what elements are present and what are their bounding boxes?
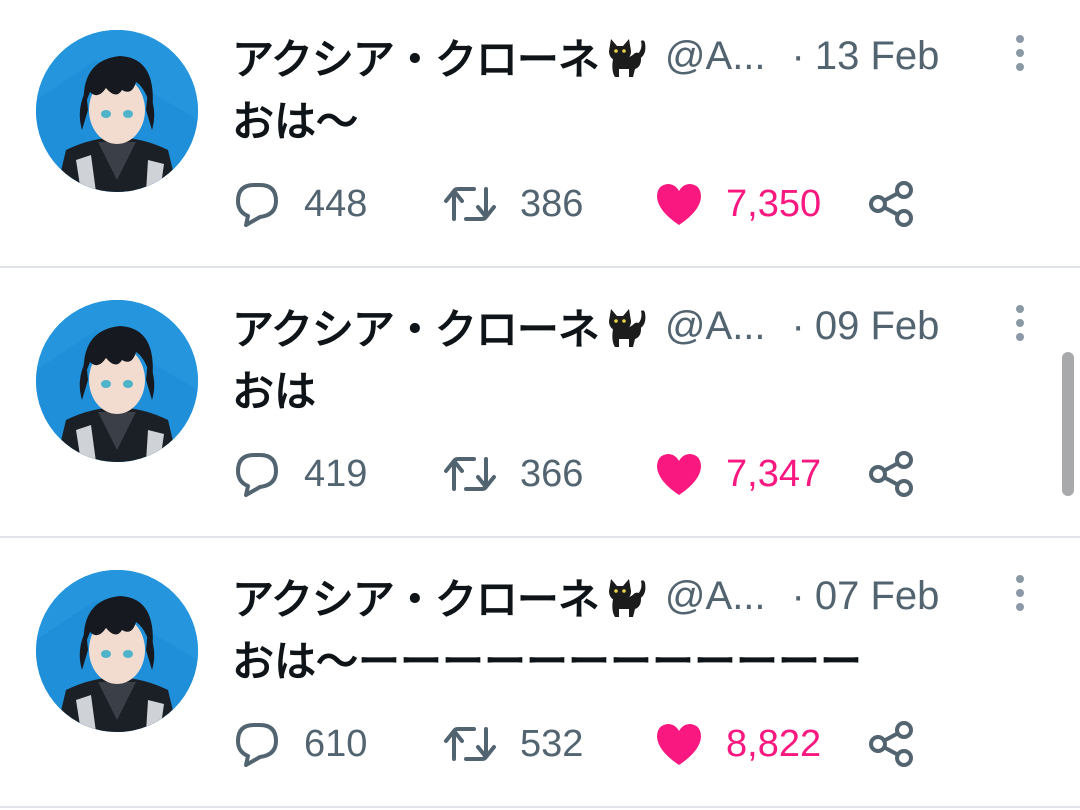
separator-dot: · (791, 303, 805, 348)
speech-bubble-icon (236, 723, 278, 767)
tweet-date[interactable]: 13 Feb (815, 34, 940, 79)
display-name[interactable]: アクシア・クローネ (232, 296, 600, 357)
tweet-header: アクシア・クローネ @A... · 13 Feb (232, 26, 939, 86)
retweet-icon (444, 187, 496, 221)
black-cat-icon (601, 31, 651, 81)
tweet-header: アクシア・クローネ @A... · 07 Feb (232, 566, 939, 626)
share-icon (869, 721, 913, 767)
share-icon (869, 181, 913, 227)
retweet-button[interactable]: 386 (442, 176, 583, 232)
tweet[interactable]: アクシア・クローネ @A... · 13 Feb おは〜 448 386 7,3… (0, 0, 1080, 268)
retweet-button[interactable]: 366 (442, 446, 583, 502)
retweet-icon (444, 727, 496, 761)
speech-bubble-icon (236, 183, 278, 227)
like-count: 8,822 (726, 722, 822, 765)
like-count: 7,350 (726, 182, 822, 225)
tweet-divider (0, 806, 1080, 808)
reply-count: 448 (304, 182, 368, 225)
more-vertical-icon[interactable] (1010, 304, 1030, 344)
like-button[interactable]: 8,822 (654, 716, 821, 772)
share-button[interactable] (866, 716, 916, 772)
retweet-count: 532 (520, 722, 584, 765)
heart-filled-icon (657, 454, 701, 495)
black-cat-icon (601, 571, 651, 621)
share-icon (869, 451, 913, 497)
tweet[interactable]: アクシア・クローネ @A... · 07 Feb おは〜ーーーーーーーーーーーー… (0, 540, 1080, 808)
tweet-text: おは (232, 367, 317, 416)
reply-count: 610 (304, 722, 368, 765)
retweet-icon (444, 457, 496, 491)
user-handle[interactable]: @A... (665, 34, 766, 79)
reply-count: 419 (304, 452, 368, 495)
reply-button[interactable]: 610 (232, 716, 367, 772)
avatar[interactable] (36, 300, 198, 462)
heart-filled-icon (657, 724, 701, 765)
user-handle[interactable]: @A... (665, 574, 766, 619)
retweet-count: 386 (520, 182, 584, 225)
display-name[interactable]: アクシア・クローネ (232, 566, 600, 627)
avatar[interactable] (36, 30, 198, 192)
user-handle[interactable]: @A... (665, 304, 766, 349)
tweet-date[interactable]: 07 Feb (815, 574, 940, 619)
tweet-divider (0, 536, 1080, 538)
separator-dot: · (791, 33, 805, 78)
black-cat-icon (601, 301, 651, 351)
scrollbar[interactable] (1062, 352, 1074, 496)
retweet-button[interactable]: 532 (442, 716, 583, 772)
avatar[interactable] (36, 570, 198, 732)
reply-button[interactable]: 448 (232, 176, 367, 232)
retweet-count: 366 (520, 452, 584, 495)
tweet-header: アクシア・クローネ @A... · 09 Feb (232, 296, 939, 356)
speech-bubble-icon (236, 453, 278, 497)
like-button[interactable]: 7,350 (654, 176, 821, 232)
tweet-actions: 448 386 7,350 (232, 176, 932, 232)
tweet-actions: 419 366 7,347 (232, 446, 932, 502)
separator-dot: · (791, 573, 805, 618)
share-button[interactable] (866, 176, 916, 232)
like-button[interactable]: 7,347 (654, 446, 821, 502)
share-button[interactable] (866, 446, 916, 502)
tweet-actions: 610 532 8,822 (232, 716, 932, 772)
tweet-text: おは〜ーーーーーーーーーーーー (232, 637, 863, 686)
tweet[interactable]: アクシア・クローネ @A... · 09 Feb おは 419 366 7,34… (0, 270, 1080, 538)
display-name[interactable]: アクシア・クローネ (232, 26, 600, 87)
heart-filled-icon (657, 184, 701, 225)
tweet-divider (0, 266, 1080, 268)
tweet-date[interactable]: 09 Feb (815, 304, 940, 349)
like-count: 7,347 (726, 452, 822, 495)
tweet-text: おは〜 (232, 97, 359, 146)
more-vertical-icon[interactable] (1010, 574, 1030, 614)
more-vertical-icon[interactable] (1010, 34, 1030, 74)
reply-button[interactable]: 419 (232, 446, 367, 502)
